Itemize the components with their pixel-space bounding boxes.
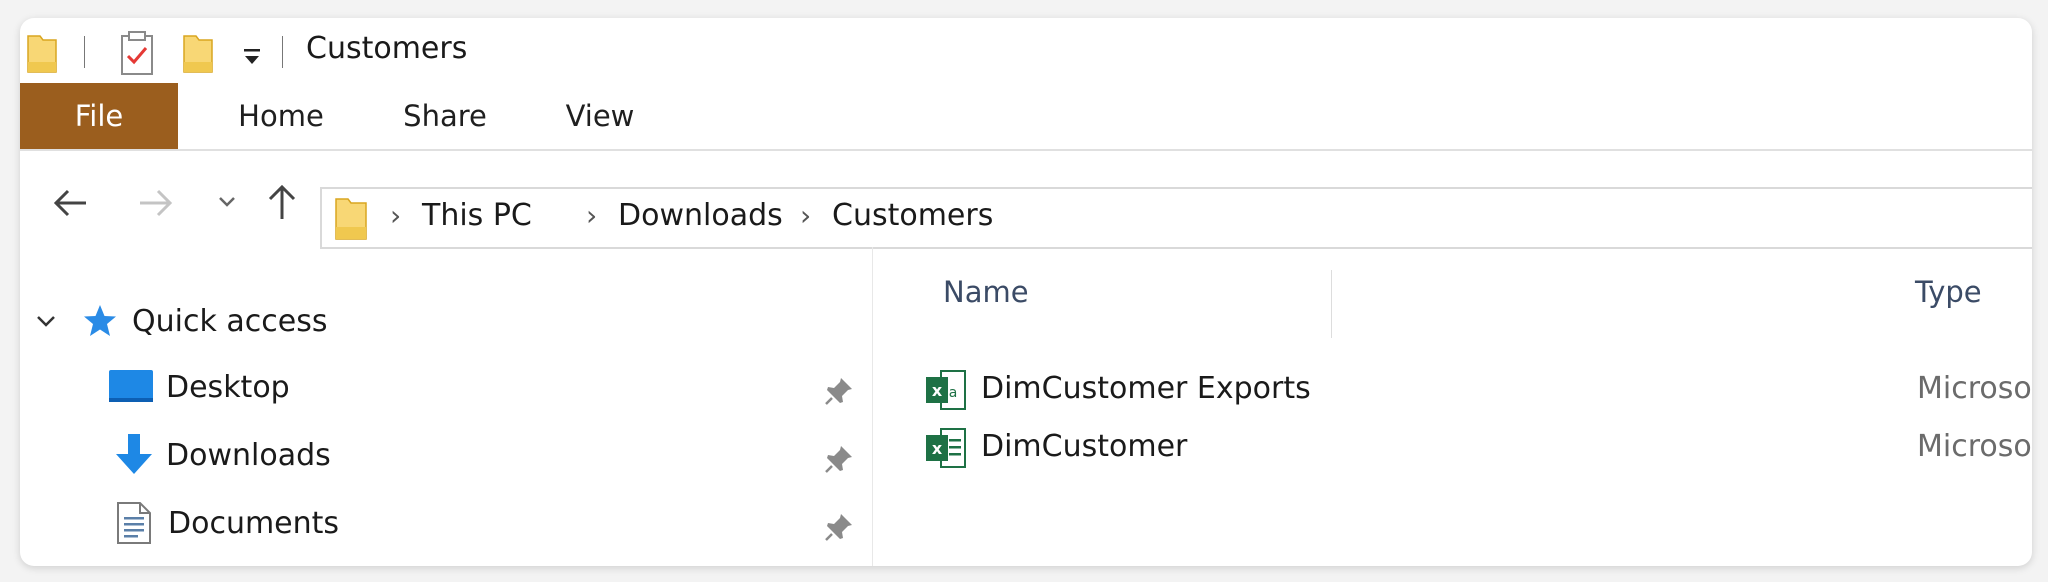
documents-icon (117, 502, 151, 544)
column-header-name[interactable]: Name (943, 275, 1029, 309)
file-explorer-window: Customers File Home Share View › This PC… (20, 18, 2032, 566)
file-name: DimCustomer Exports (981, 371, 1311, 406)
downloads-icon (116, 434, 152, 474)
file-list: Name Type a x DimCustomer Exports Micros… (873, 247, 2032, 566)
file-row[interactable]: a x DimCustomer Exports Microsoft Excel … (873, 359, 2032, 419)
tab-view[interactable]: View (540, 83, 660, 149)
tab-share[interactable]: Share (380, 83, 510, 149)
folder-icon[interactable] (26, 32, 58, 74)
up-arrow-icon (268, 184, 296, 219)
quick-access-star-icon (84, 305, 116, 336)
breadcrumb-chevron-icon[interactable]: › (586, 199, 597, 232)
pin-icon[interactable] (823, 511, 855, 543)
column-header-type[interactable]: Type (1915, 275, 1982, 309)
pin-icon[interactable] (823, 443, 855, 475)
nav-item-label: Downloads (166, 437, 331, 473)
excel-worksheet-icon: x (926, 428, 966, 468)
folder-icon (334, 195, 368, 241)
file-row[interactable]: x DimCustomer Microsoft Excel Worksheet (873, 417, 2032, 477)
breadcrumb-this-pc[interactable]: This PC (422, 198, 532, 233)
breadcrumb-customers[interactable]: Customers (832, 198, 993, 233)
svg-text:x: x (932, 439, 943, 458)
file-type: Microsoft Excel Comma Separated Values F… (1917, 371, 2032, 406)
back-button[interactable] (50, 185, 90, 221)
nav-item-label: Documents (168, 505, 340, 541)
navigation-bar: › This PC › Downloads › Customers (20, 151, 2032, 249)
tab-file[interactable]: File (20, 83, 178, 149)
breadcrumb-chevron-icon[interactable]: › (800, 199, 811, 232)
svg-text:x: x (932, 381, 943, 400)
title-bar: Customers (20, 18, 2032, 83)
chevron-down-icon[interactable] (34, 309, 58, 333)
excel-csv-icon: a x (926, 370, 966, 410)
up-button[interactable] (264, 181, 300, 221)
chevron-down-icon (219, 197, 235, 207)
nav-item-documents[interactable]: Documents (116, 493, 339, 553)
navigation-pane: Quick access Desktop Downloads Documents (20, 247, 872, 566)
tab-home[interactable]: Home (216, 83, 346, 149)
breadcrumb-downloads[interactable]: Downloads (618, 198, 783, 233)
column-resize-handle[interactable] (1331, 270, 1332, 338)
customize-toolbar-dropdown-icon[interactable] (238, 40, 266, 70)
breadcrumb-chevron-icon[interactable]: › (390, 199, 401, 232)
recent-locations-button[interactable] (216, 191, 238, 213)
forward-button[interactable] (136, 185, 176, 221)
file-type: Microsoft Excel Worksheet (1917, 429, 2032, 464)
ribbon-tabs: File Home Share View (20, 83, 2032, 151)
new-folder-icon[interactable] (182, 32, 214, 74)
pin-icon[interactable] (823, 375, 855, 407)
desktop-icon (109, 370, 153, 402)
window-title: Customers (306, 31, 468, 66)
properties-icon[interactable] (120, 30, 154, 76)
nav-item-desktop[interactable]: Desktop (108, 357, 290, 417)
address-bar[interactable]: › This PC › Downloads › Customers (320, 187, 2032, 249)
nav-item-downloads[interactable]: Downloads (114, 425, 331, 485)
file-name: DimCustomer (981, 429, 1188, 464)
svg-text:a: a (949, 385, 958, 401)
nav-item-label: Desktop (166, 369, 290, 405)
toolbar-separator (84, 36, 85, 68)
forward-arrow-icon (140, 189, 173, 217)
toolbar-separator (282, 36, 283, 68)
quick-access-label: Quick access (132, 303, 328, 339)
back-arrow-icon (53, 189, 86, 217)
quick-access-item[interactable]: Quick access (34, 291, 327, 351)
